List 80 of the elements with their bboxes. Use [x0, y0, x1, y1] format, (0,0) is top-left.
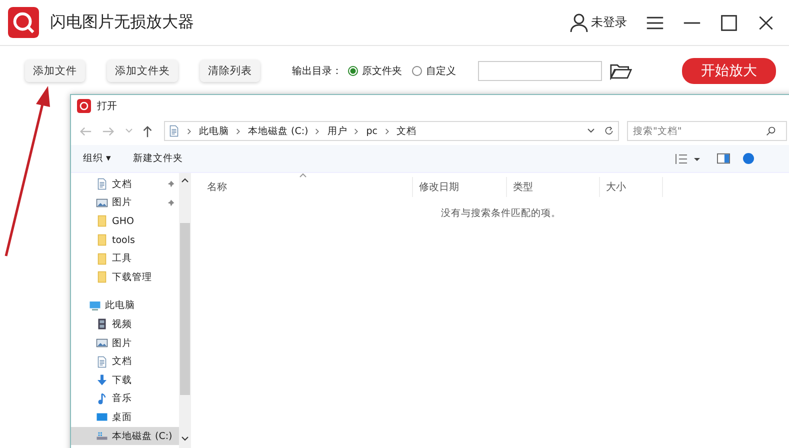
computer-icon — [89, 300, 101, 312]
drive-icon — [96, 430, 108, 442]
column-header[interactable]: 修改日期 — [413, 177, 507, 197]
nav-item[interactable]: 图片 — [71, 334, 179, 352]
command-button[interactable]: 新建文件夹 — [128, 150, 187, 167]
music-note-icon — [96, 392, 108, 405]
scrollbar[interactable] — [179, 173, 191, 448]
chevron-icon — [315, 128, 320, 134]
folder-icon — [96, 252, 108, 265]
nav-item[interactable]: 下载 — [71, 370, 179, 390]
refresh-icon[interactable] — [604, 126, 614, 136]
nav-item[interactable]: 此电脑 — [71, 296, 179, 316]
radio-label: 原文件夹 — [362, 64, 402, 78]
chevron-icon — [384, 128, 390, 134]
column-header[interactable]: 名称 — [201, 177, 413, 197]
command-button[interactable]: 组织 ▾ — [79, 150, 115, 167]
maximize-icon[interactable] — [720, 14, 738, 32]
scroll-up-icon[interactable] — [181, 177, 189, 183]
nav-item[interactable]: 下载管理 — [71, 268, 179, 287]
close-icon[interactable] — [757, 14, 775, 32]
nav-item[interactable]: 图片 — [71, 194, 179, 212]
column-header[interactable]: 大小 — [600, 177, 663, 197]
column-header[interactable]: 类型 — [507, 177, 600, 197]
login-link[interactable]: 未登录 — [591, 14, 627, 31]
radio-button[interactable] — [412, 66, 422, 76]
nav-item[interactable]: 工具 — [71, 249, 179, 268]
breadcrumb-item[interactable]: 文档 — [396, 124, 417, 138]
picture-icon — [96, 196, 108, 209]
user-icon[interactable] — [569, 12, 589, 32]
scrollbar-thumb[interactable] — [180, 223, 190, 395]
view-options-icon[interactable] — [675, 152, 701, 164]
nav-item[interactable]: 音乐 — [71, 390, 179, 408]
folder-icon — [96, 234, 108, 246]
document-icon — [168, 125, 180, 137]
breadcrumb-item[interactable]: 此电脑 — [199, 124, 229, 138]
document-icon — [96, 178, 108, 190]
radio-button[interactable] — [348, 66, 358, 76]
sort-caret-icon — [299, 173, 307, 178]
picture-icon — [96, 337, 108, 350]
chevron-icon — [187, 128, 192, 134]
breadcrumb-item[interactable]: 本地磁盘 (C:) — [248, 124, 308, 138]
breadcrumb-item[interactable]: 用户 — [327, 124, 348, 138]
scroll-down-icon[interactable] — [181, 436, 189, 442]
desktop-icon — [96, 411, 108, 424]
dialog-title: 打开 — [97, 100, 117, 113]
pin-icon — [167, 180, 175, 188]
search-icon — [766, 126, 776, 136]
toolbar-button[interactable]: 添加文件 — [25, 60, 85, 82]
address-bar[interactable]: 此电脑 本地磁盘 (C:) 用户 pc 文档 — [164, 121, 619, 141]
app-logo-icon — [77, 99, 91, 113]
radio-label: 自定义 — [426, 64, 456, 78]
app-logo-icon — [8, 7, 39, 38]
start-button[interactable]: 开始放大 — [682, 58, 776, 84]
document-icon — [96, 356, 108, 368]
folder-icon[interactable] — [610, 62, 632, 80]
nav-item[interactable]: 桌面 — [71, 408, 179, 427]
preview-pane-icon[interactable] — [717, 153, 730, 164]
nav-item[interactable]: tools — [71, 230, 179, 250]
folder-icon — [96, 215, 108, 228]
app-title: 闪电图片无损放大器 — [50, 12, 194, 33]
up-icon[interactable] — [141, 124, 154, 138]
breadcrumb-item[interactable]: pc — [366, 126, 378, 136]
nav-item[interactable]: 文档 — [71, 175, 179, 194]
empty-message: 没有与搜索条件匹配的项。 — [440, 207, 562, 220]
nav-item[interactable]: 本地磁盘 (C:) — [71, 426, 179, 446]
help-icon[interactable] — [742, 153, 755, 164]
path-field[interactable] — [478, 61, 602, 81]
toolbar-button[interactable]: 清除列表 — [200, 60, 260, 82]
film-icon — [96, 318, 108, 330]
chevron-icon — [236, 128, 241, 134]
nav-item[interactable]: GHO — [71, 212, 179, 231]
nav-item[interactable]: 视频 — [71, 315, 179, 334]
chevron-icon — [354, 128, 360, 134]
toolbar-button[interactable]: 添加文件夹 — [107, 60, 178, 82]
folder-icon — [96, 271, 108, 284]
download-arrow-icon — [96, 374, 108, 386]
nav-item[interactable]: 文档 — [71, 352, 179, 371]
pin-icon — [167, 198, 175, 207]
output-label: 输出目录： — [292, 64, 342, 78]
search-field[interactable]: 搜索"文档" — [627, 121, 787, 141]
